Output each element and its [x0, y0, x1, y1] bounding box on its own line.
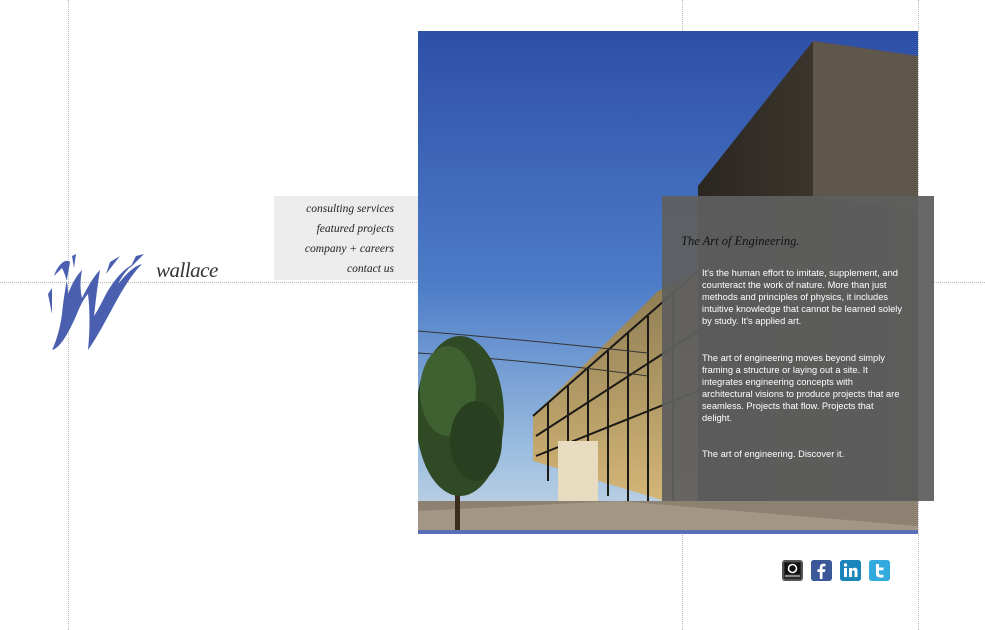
twitter-icon[interactable] [869, 560, 890, 581]
hero-accent-bar [418, 530, 918, 534]
intro-paragraph: It's the human effort to imitate, supple… [702, 268, 903, 326]
nav-item-contact-us[interactable]: contact us [274, 261, 394, 281]
intro-paragraph: The art of engineering. Discover it. [702, 449, 845, 459]
main-nav: consulting services featured projects co… [274, 196, 418, 280]
facebook-icon[interactable] [811, 560, 832, 581]
linkedin-icon[interactable] [840, 560, 861, 581]
nav-item-company-careers[interactable]: company + careers [274, 241, 394, 261]
nav-item-consulting-services[interactable]: consulting services [274, 201, 394, 221]
brand-wordmark[interactable]: wallace [156, 258, 218, 283]
brand-logo[interactable]: wallace [46, 254, 226, 354]
intro-paragraph: The art of engineering moves beyond simp… [702, 353, 900, 423]
intro-panel: The Art of Engineering. It's the human e… [662, 196, 934, 501]
nav-item-featured-projects[interactable]: featured projects [274, 221, 394, 241]
w-brush-logo-icon [48, 254, 144, 350]
blog-icon[interactable] [782, 560, 803, 581]
intro-title: The Art of Engineering. [681, 234, 800, 248]
